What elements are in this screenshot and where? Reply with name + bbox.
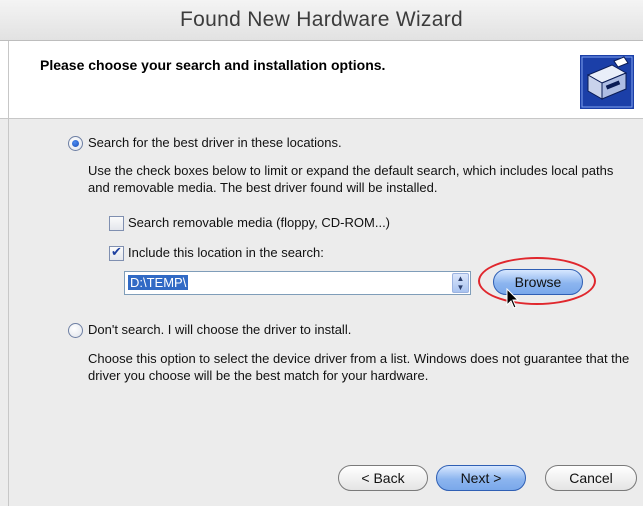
hardware-wizard-icon [578, 53, 636, 111]
include-location-checkbox[interactable]: ✔ [109, 244, 124, 261]
removable-media-label: Search removable media (floppy, CD-ROM..… [128, 215, 391, 230]
location-value: D:\TEMP\ [128, 275, 189, 290]
combo-spinner-icon[interactable]: ▲ ▼ [452, 273, 469, 293]
window-border [8, 41, 9, 506]
search-locations-radio[interactable] [68, 136, 83, 151]
highlight-ring [478, 257, 596, 305]
mouse-cursor-icon [506, 287, 520, 310]
dont-search-description: Choose this option to select the device … [88, 351, 630, 383]
include-location-label: Include this location in the search: [128, 245, 324, 260]
cancel-button[interactable]: Cancel [545, 465, 637, 491]
next-button[interactable]: Next > [436, 465, 526, 491]
page-title: Please choose your search and installati… [40, 57, 386, 73]
checkmark-icon: ✔ [111, 244, 122, 259]
removable-media-checkbox[interactable] [109, 216, 124, 231]
window-title: Found New Hardware Wizard [0, 0, 643, 41]
search-description: Use the check boxes below to limit or ex… [88, 163, 614, 195]
dont-search-radio[interactable] [68, 323, 83, 338]
dont-search-label: Don't search. I will choose the driver t… [88, 322, 352, 337]
location-combobox[interactable]: D:\TEMP\ ▲ ▼ [124, 271, 471, 295]
back-button[interactable]: < Back [338, 465, 428, 491]
search-locations-label: Search for the best driver in these loca… [88, 135, 342, 150]
wizard-header: Please choose your search and installati… [0, 41, 643, 119]
